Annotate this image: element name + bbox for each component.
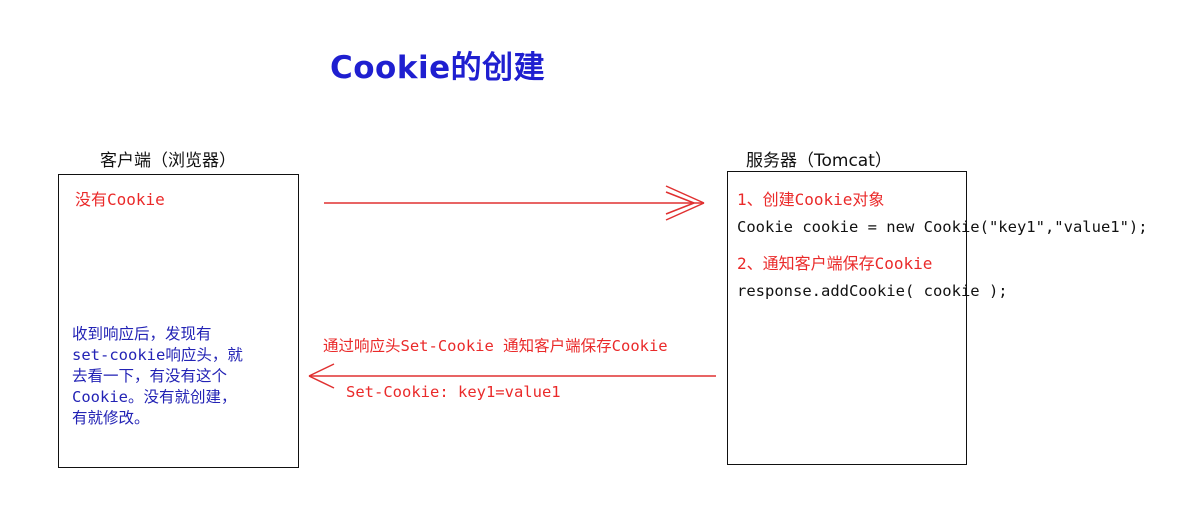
request-arrow (324, 185, 705, 221)
arrows-layer (308, 185, 716, 389)
response-arrow (308, 363, 716, 389)
